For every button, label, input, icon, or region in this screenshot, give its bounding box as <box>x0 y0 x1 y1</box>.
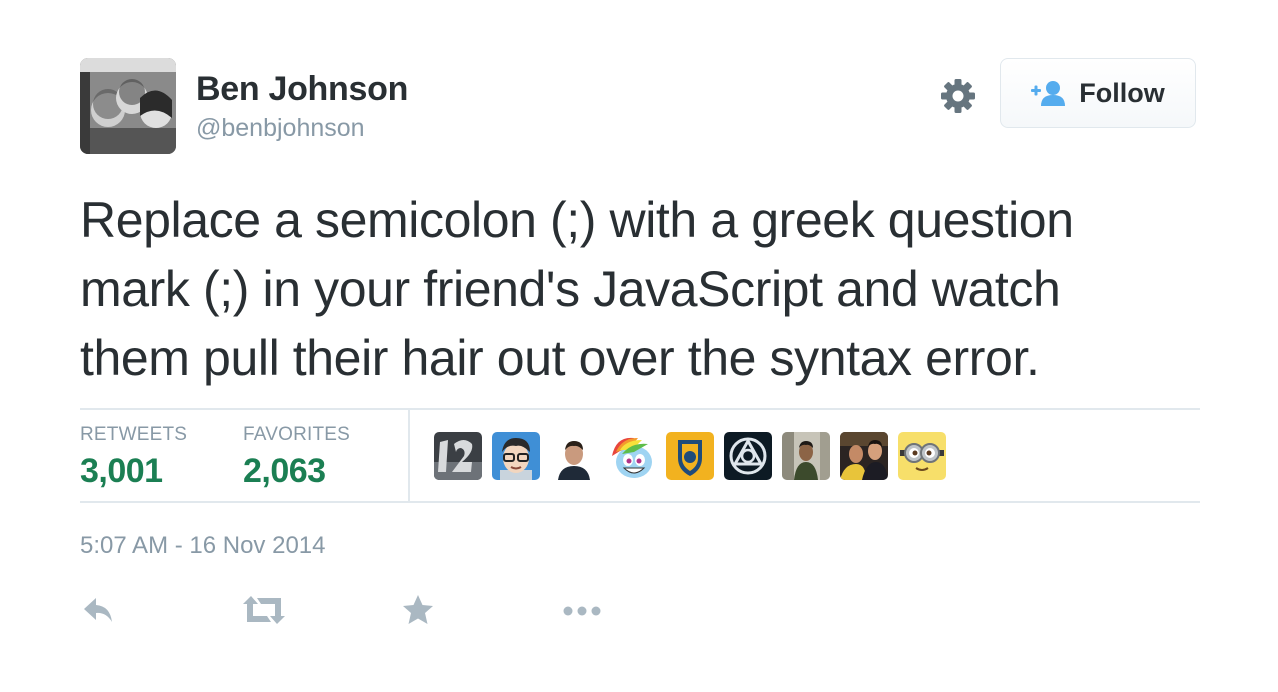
favoriter-avatar-minion[interactable] <box>898 432 946 480</box>
divider <box>408 410 410 501</box>
favoriter-avatar-football-club[interactable] <box>666 432 714 480</box>
favoriter-avatar-12[interactable] <box>434 432 482 480</box>
favoriter-avatar-man-store[interactable] <box>782 432 830 480</box>
divider <box>80 501 1200 503</box>
display-name[interactable]: Ben Johnson <box>196 70 408 109</box>
profile-avatar[interactable] <box>80 58 176 154</box>
tweet-text-line: them pull their hair out over the syntax… <box>80 330 1040 386</box>
favorite-icon[interactable] <box>400 592 436 633</box>
favoriter-avatar-man-dark[interactable] <box>550 432 598 480</box>
retweets-count: 3,001 <box>80 452 163 490</box>
tweet-text: Replace a semicolon (;) with a greek que… <box>80 186 1220 393</box>
divider <box>80 408 1200 410</box>
more-icon[interactable] <box>562 592 602 633</box>
favoriter-avatar-cartoon-glasses[interactable] <box>492 432 540 480</box>
favoriter-avatar-rainbow-pony[interactable] <box>608 432 656 480</box>
tweet-text-line: Replace a semicolon (;) with a greek que… <box>80 192 1074 248</box>
favoriter-avatar-triangle-logo[interactable] <box>724 432 772 480</box>
gear-icon[interactable] <box>938 76 978 116</box>
add-user-icon <box>1031 81 1066 106</box>
reply-icon[interactable] <box>80 592 116 633</box>
follow-button[interactable]: Follow <box>1000 58 1196 128</box>
tweet-text-line: mark (;) in your friend's JavaScript and… <box>80 261 1061 317</box>
retweets-stat[interactable]: RETWEETS 3,001 <box>80 424 187 491</box>
favorites-stat[interactable]: FAVORITES 2,063 <box>243 424 350 491</box>
retweets-label: RETWEETS <box>80 424 188 445</box>
favorites-count: 2,063 <box>243 452 326 490</box>
tweet-timestamp[interactable]: 5:07 AM - 16 Nov 2014 <box>80 532 325 560</box>
favorites-label: FAVORITES <box>243 424 351 445</box>
profile-photo <box>80 58 176 154</box>
favoriter-avatar-couple[interactable] <box>840 432 888 480</box>
retweet-icon[interactable] <box>243 592 285 633</box>
user-handle[interactable]: @benbjohnson <box>196 114 365 143</box>
follow-button-label: Follow <box>1079 77 1165 108</box>
